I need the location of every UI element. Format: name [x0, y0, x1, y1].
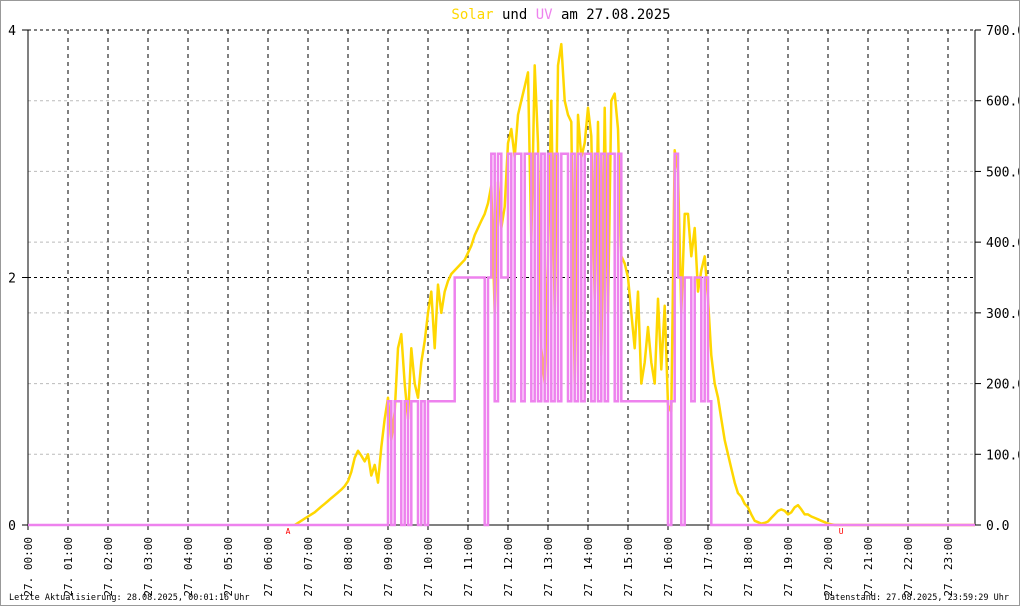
x-tick-label: 27. 02:00 [102, 537, 115, 597]
x-tick-label: 27. 03:00 [142, 537, 155, 597]
uv-line [28, 152, 975, 527]
x-tick-label: 27. 21:00 [862, 537, 875, 597]
x-tick-label: 27. 23:00 [942, 537, 955, 597]
title-part: Solar [451, 7, 493, 23]
x-tick-label: 27. 16:00 [662, 537, 675, 597]
x-tick-label: 27. 13:00 [542, 537, 555, 597]
x-tick-label: 27. 22:00 [902, 537, 915, 597]
left-tick-label: 2 [8, 272, 16, 287]
x-tick-label: 27. 14:00 [582, 537, 595, 597]
last-update-text: Letzte Aktualisierung: 28.08.2025, 00:01… [9, 593, 250, 603]
x-tick-label: 27. 17:00 [702, 537, 715, 597]
title-part: UV [536, 7, 553, 23]
right-tick-label: 700.0 [986, 24, 1019, 39]
left-tick-label: 4 [8, 24, 16, 39]
x-tick-label: 27. 09:00 [382, 537, 395, 597]
right-tick-label: 0.0 [986, 519, 1009, 534]
x-tick-label: 27. 10:00 [422, 537, 435, 597]
right-tick-label: 400.0 [986, 236, 1019, 251]
x-tick-label: 27. 00:00 [22, 537, 35, 597]
chart-title: Solar und UV am 27.08.2025 [451, 7, 670, 23]
solar-line [294, 42, 975, 527]
x-tick-label: 27. 06:00 [262, 537, 275, 597]
right-tick-label: 600.0 [986, 95, 1019, 110]
sunset-marker: U [839, 527, 844, 536]
x-tick-label: 27. 01:00 [62, 537, 75, 597]
x-tick-label: 27. 18:00 [742, 537, 755, 597]
x-tick-label: 27. 20:00 [822, 537, 835, 597]
x-tick-label: 27. 07:00 [302, 537, 315, 597]
x-tick-label: 27. 12:00 [502, 537, 515, 597]
data-timestamp-text: Datenstand: 27.08.2025, 23:59:29 Uhr [824, 593, 1009, 603]
x-tick-label: 27. 11:00 [462, 537, 475, 597]
left-tick-label: 0 [8, 519, 16, 534]
x-tick-label: 27. 08:00 [342, 537, 355, 597]
solar-uv-chart: 0.0100.0200.0300.0400.0500.0600.0700.002… [8, 7, 1019, 597]
x-tick-label: 27. 19:00 [782, 537, 795, 597]
x-tick-label: 27. 04:00 [182, 537, 195, 597]
sunrise-marker: A [286, 527, 291, 536]
right-tick-label: 300.0 [986, 307, 1019, 322]
title-part: und [494, 7, 536, 23]
right-tick-label: 500.0 [986, 165, 1019, 180]
chart-container: 0.0100.0200.0300.0400.0500.0600.0700.002… [0, 0, 1020, 606]
right-tick-label: 100.0 [986, 448, 1019, 463]
title-part: am 27.08.2025 [553, 7, 671, 23]
x-tick-label: 27. 15:00 [622, 537, 635, 597]
x-tick-label: 27. 05:00 [222, 537, 235, 597]
right-tick-label: 200.0 [986, 378, 1019, 393]
